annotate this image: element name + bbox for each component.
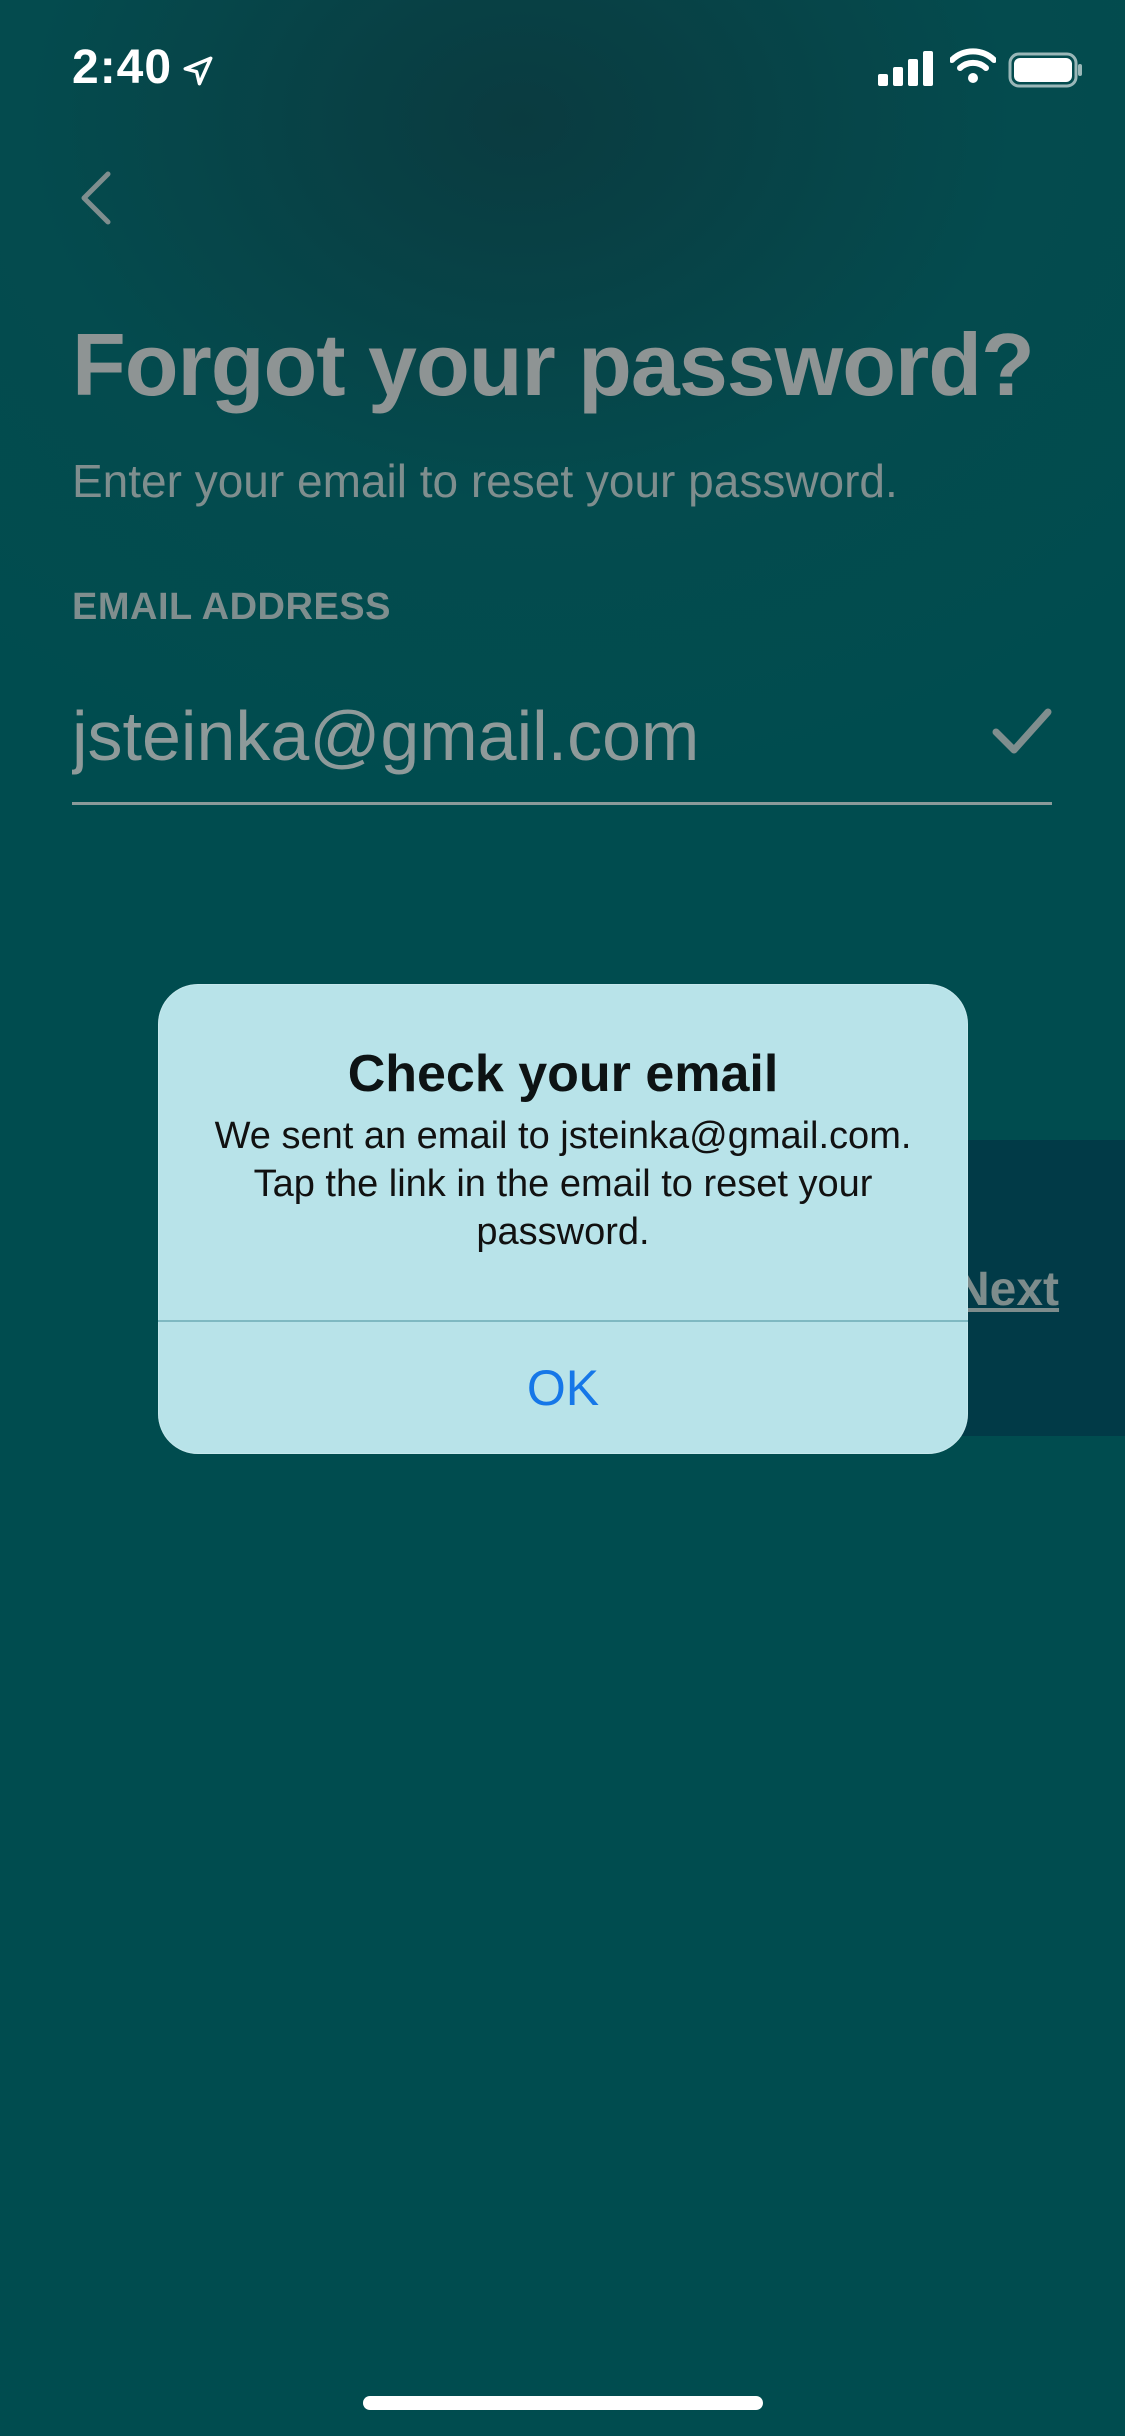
page-title: Forgot your password? bbox=[72, 315, 1035, 414]
chevron-left-icon bbox=[81, 171, 111, 225]
status-time: 2:40 bbox=[72, 41, 173, 94]
location-arrow-icon bbox=[183, 56, 213, 86]
email-field-label: EMAIL ADDRESS bbox=[72, 586, 391, 628]
email-input[interactable] bbox=[72, 686, 952, 786]
wifi-icon bbox=[950, 48, 996, 83]
alert-dialog: Check your email We sent an email to jst… bbox=[158, 984, 968, 1454]
page-subtitle: Enter your email to reset your password. bbox=[72, 455, 898, 507]
home-indicator[interactable] bbox=[363, 2396, 763, 2410]
ok-button[interactable]: OK bbox=[158, 1322, 968, 1454]
email-field bbox=[72, 686, 1052, 805]
back-button[interactable] bbox=[72, 168, 122, 228]
next-button[interactable]: Next bbox=[955, 1262, 1059, 1317]
alert-title: Check your email bbox=[347, 1045, 779, 1103]
status-bar: 2:40 bbox=[0, 0, 1125, 140]
alert-message: We sent an email to jsteinka@gmail.com. … bbox=[214, 1115, 912, 1253]
checkmark-icon bbox=[992, 708, 1052, 754]
cellular-signal-icon bbox=[878, 51, 933, 86]
battery-icon bbox=[1008, 52, 1082, 88]
